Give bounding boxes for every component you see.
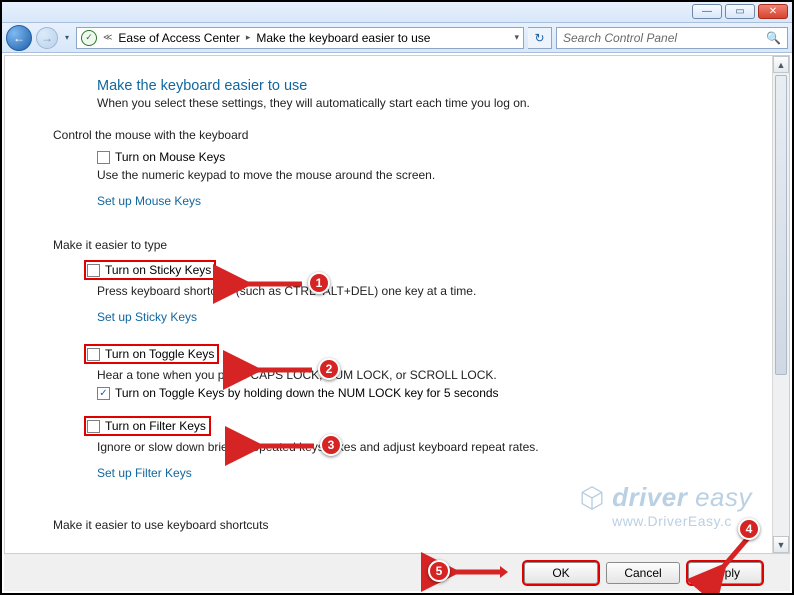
search-icon: 🔍	[766, 31, 781, 45]
watermark: driver easy www.DriverEasy.c	[578, 482, 752, 529]
sticky-keys-checkbox[interactable]	[87, 264, 100, 277]
address-bar[interactable]: ✓ ≪ Ease of Access Center ▸ Make the key…	[76, 27, 524, 49]
toggle-keys-desc: Hear a tone when you press CAPS LOCK, NU…	[97, 368, 733, 382]
toggle-keys-numlock-checkbox[interactable]	[97, 387, 110, 400]
watermark-brand2: easy	[695, 482, 752, 512]
ok-button[interactable]: OK	[524, 562, 598, 584]
window: — ▭ ✕ ← → ▾ ✓ ≪ Ease of Access Center ▸ …	[0, 0, 794, 595]
titlebar: — ▭ ✕	[2, 2, 792, 23]
content-area: Make the keyboard easier to use When you…	[4, 55, 790, 553]
ease-of-access-icon: ✓	[81, 30, 97, 46]
page-subtitle: When you select these settings, they wil…	[97, 96, 733, 110]
toggle-keys-numlock-label: Turn on Toggle Keys by holding down the …	[115, 386, 499, 400]
navbar: ← → ▾ ✓ ≪ Ease of Access Center ▸ Make t…	[2, 23, 792, 53]
toggle-keys-highlight: Turn on Toggle Keys	[84, 344, 219, 364]
scroll-down-button[interactable]: ▼	[773, 536, 789, 553]
maximize-button[interactable]: ▭	[725, 4, 755, 19]
toggle-keys-label: Turn on Toggle Keys	[105, 347, 214, 361]
scroll-thumb[interactable]	[775, 75, 787, 375]
close-button[interactable]: ✕	[758, 4, 788, 19]
setup-filter-keys-link[interactable]: Set up Filter Keys	[97, 466, 192, 480]
refresh-button[interactable]: ↻	[528, 27, 552, 49]
scroll-up-button[interactable]: ▲	[773, 56, 789, 73]
filter-keys-checkbox[interactable]	[87, 420, 100, 433]
breadcrumb-2[interactable]: Make the keyboard easier to use	[256, 31, 430, 45]
minimize-button[interactable]: —	[692, 4, 722, 19]
toggle-keys-checkbox[interactable]	[87, 348, 100, 361]
sticky-keys-highlight: Turn on Sticky Keys	[84, 260, 216, 280]
mouse-keys-label: Turn on Mouse Keys	[115, 150, 225, 164]
apply-button[interactable]: Apply	[688, 562, 762, 584]
search-input[interactable]: Search Control Panel 🔍	[556, 27, 788, 49]
setup-mouse-keys-link[interactable]: Set up Mouse Keys	[97, 194, 201, 208]
breadcrumb-1[interactable]: Ease of Access Center	[118, 31, 239, 45]
mouse-keys-checkbox[interactable]	[97, 151, 110, 164]
cube-icon	[578, 484, 606, 512]
watermark-brand1: driver	[612, 482, 687, 512]
button-bar: OK Cancel Apply	[4, 553, 790, 591]
setup-sticky-keys-link[interactable]: Set up Sticky Keys	[97, 310, 197, 324]
vertical-scrollbar[interactable]: ▲ ▼	[772, 56, 789, 553]
dropdown-icon[interactable]: ▾	[514, 32, 519, 43]
section-type-header: Make it easier to type	[53, 238, 733, 252]
nav-history-dropdown[interactable]: ▾	[62, 27, 72, 49]
chevron-right-icon: ▸	[246, 32, 251, 43]
nav-forward-button[interactable]: →	[36, 27, 58, 49]
cancel-button[interactable]: Cancel	[606, 562, 680, 584]
sticky-keys-label: Turn on Sticky Keys	[105, 263, 211, 277]
filter-keys-label: Turn on Filter Keys	[105, 419, 206, 433]
sticky-keys-desc: Press keyboard shortcuts (such as CTRL+A…	[97, 284, 733, 298]
filter-keys-desc: Ignore or slow down brief or repeated ke…	[97, 440, 733, 454]
section-mouse-header: Control the mouse with the keyboard	[53, 128, 733, 142]
search-placeholder: Search Control Panel	[563, 31, 677, 45]
page-title: Make the keyboard easier to use	[97, 78, 733, 94]
watermark-url: www.DriverEasy.c	[612, 513, 752, 529]
mouse-keys-desc: Use the numeric keypad to move the mouse…	[97, 168, 733, 182]
filter-keys-highlight: Turn on Filter Keys	[84, 416, 211, 436]
nav-back-button[interactable]: ←	[6, 25, 32, 51]
crumb-sep-icon: ≪	[103, 32, 112, 43]
